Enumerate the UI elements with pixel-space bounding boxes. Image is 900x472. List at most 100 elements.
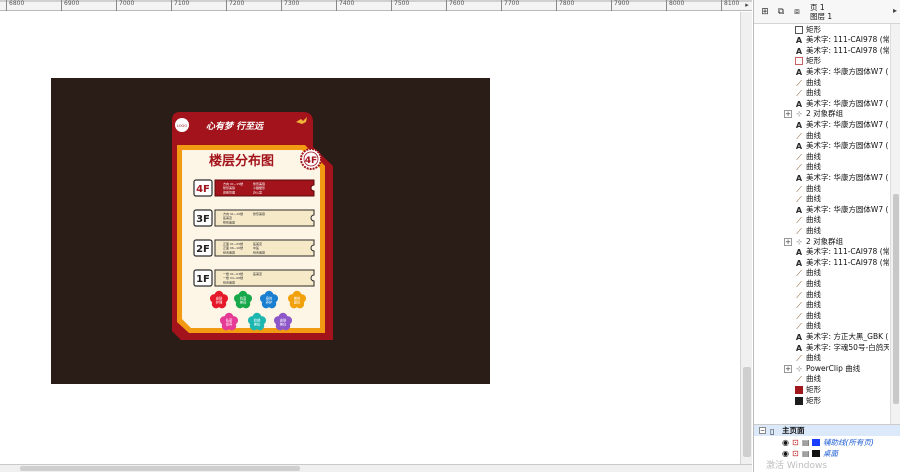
vertical-scrollbar[interactable] xyxy=(740,12,752,464)
layer-color-swatch[interactable] xyxy=(812,450,820,457)
horizontal-ruler[interactable]: 6800 6900 7000 7100 7200 7300 7400 7500 7600 7700… xyxy=(0,0,794,11)
object-tree-item[interactable]: ⟋ 曲线 xyxy=(754,78,889,89)
object-tree-item[interactable]: ⟋ 曲线 xyxy=(754,226,889,237)
object-tree-item[interactable]: ⟋ 曲线 xyxy=(754,88,889,99)
group-icon: ⊹ xyxy=(796,237,802,246)
floor-info-line: 整形美容 xyxy=(253,211,265,216)
object-tree-item[interactable]: ⟋ 曲线 xyxy=(754,300,889,311)
object-tree[interactable]: 矩形A美术字: 111-CAI978 (常规)A美术字: 111-CAI978 … xyxy=(754,24,889,424)
flower-label: 身体养护 xyxy=(266,296,273,305)
object-tree-item[interactable]: ⟋ 曲线 xyxy=(754,279,889,290)
layer-color-swatch[interactable] xyxy=(812,439,820,446)
curve-icon: ⟋ xyxy=(796,152,802,162)
vertical-scroll-thumb[interactable] xyxy=(743,367,751,457)
object-tree-item[interactable]: 矩形 xyxy=(754,25,889,36)
rectangle-outline-icon xyxy=(795,57,803,66)
artistic-text-icon: A xyxy=(795,46,803,56)
artboard-dark-background[interactable]: LOGO 心有梦 行至远 楼层分布图 4F 4F 方向 01~15楼 整形美容 皮肤管… xyxy=(51,78,490,384)
panel-vertical-scrollbar[interactable] xyxy=(890,24,900,424)
object-tree-item[interactable]: + ⊹ 2 对象群组 xyxy=(754,237,889,248)
object-tree-item[interactable]: A 美术字: 华康方圆体W7 (常 xyxy=(754,99,889,110)
object-tree-item[interactable]: 矩形 xyxy=(754,396,889,407)
master-page-section: − ▯ 主页面 ◉ ⊡ ▤ 辅助线(所有页) ◉ ⊡ ▤ 桌面 激活 Windows xyxy=(754,424,900,472)
object-tree-item[interactable]: ⟋ 曲线 xyxy=(754,215,889,226)
object-tree-item[interactable]: + ⊹ 2 对象群组 xyxy=(754,109,889,120)
drawing-canvas[interactable]: LOGO 心有梦 行至远 楼层分布图 4F 4F 方向 01~15楼 整形美容 皮肤管… xyxy=(0,12,752,464)
expand-group-icon[interactable]: + xyxy=(784,364,792,373)
object-tree-item[interactable]: A 美术字: 字魂50号-白鸽天( xyxy=(754,343,889,354)
object-manager-panel: ⊞ ⧉ ⧈ 页 1 图层 1 ▸ 矩形A美术字: 111-CAI978 (常规)… xyxy=(753,0,900,472)
floor-label: 4F xyxy=(196,184,210,195)
object-tree-label: 矩形 xyxy=(806,395,821,405)
object-tree-item[interactable]: ⟋ 曲线 xyxy=(754,152,889,163)
object-tree-item[interactable]: ⟋ 曲线 xyxy=(754,184,889,195)
object-tree-item[interactable]: ⟋ 曲线 xyxy=(754,162,889,173)
layer-manager-view-icon[interactable]: ⧉ xyxy=(774,5,788,19)
floor-info-line: 皮肤管理 xyxy=(223,189,235,194)
red-rectangle-icon xyxy=(795,385,803,394)
expand-group-icon[interactable]: + xyxy=(784,237,792,246)
floor-label: 1F xyxy=(196,274,210,285)
master-layer-row[interactable]: ◉ ⊡ ▤ 辅助线(所有页) xyxy=(754,437,900,448)
activation-watermark: 激活 Windows xyxy=(766,461,828,471)
object-tree-label: 美术字: 111-CAI978 (常规) xyxy=(806,257,889,267)
collapse-master-icon[interactable]: − xyxy=(759,427,766,434)
horizontal-scrollbar[interactable] xyxy=(0,464,752,472)
object-tree-item[interactable]: A 美术字: 华康方圆体W7 (常 xyxy=(754,173,889,184)
object-tree-item[interactable]: A 美术字: 华康方圆体W7 (常 xyxy=(754,67,889,78)
object-tree-item[interactable]: 矩形 xyxy=(754,385,889,396)
object-tree-label: 曲线 xyxy=(806,151,821,161)
object-tree-item[interactable]: A 美术字: 华康方圆体W7 (常 xyxy=(754,141,889,152)
object-tree-item[interactable]: A 美术字: 华康方圆体W7 (常 xyxy=(754,205,889,216)
artistic-text-icon: A xyxy=(795,36,803,46)
curve-icon: ⟋ xyxy=(796,311,802,321)
panel-scroll-thumb[interactable] xyxy=(893,194,899,404)
edit-across-layers-icon[interactable]: ⧈ xyxy=(790,5,804,19)
object-tree-item[interactable]: ⟋ 曲线 xyxy=(754,311,889,322)
curve-icon: ⟋ xyxy=(796,354,802,364)
object-tree-item[interactable]: A 美术字: 华康方圆体W7 (常 xyxy=(754,120,889,131)
object-tree-item[interactable]: A 美术字: 方正大黑_GBK (常 xyxy=(754,332,889,343)
master-page-row[interactable]: − ▯ 主页面 xyxy=(754,425,900,436)
object-tree-item[interactable]: ⟋ 曲线 xyxy=(754,374,889,385)
printer-icon[interactable]: ▤ xyxy=(802,437,810,448)
horizontal-scroll-thumb[interactable] xyxy=(20,466,300,471)
expand-group-icon[interactable]: + xyxy=(784,110,792,119)
object-tree-label: 美术字: 华康方圆体W7 (常 xyxy=(806,66,889,76)
visibility-eye-icon[interactable]: ◉ xyxy=(782,437,789,448)
object-tree-item[interactable]: ⟋ 曲线 xyxy=(754,268,889,279)
panel-menu-arrow-icon[interactable]: ▸ xyxy=(893,6,897,15)
object-tree-item[interactable]: ⟋ 曲线 xyxy=(754,131,889,142)
object-tree-item[interactable]: A美术字: 111-CAI978 (常规) xyxy=(754,258,889,269)
object-tree-label: 美术字: 华康方圆体W7 (常 xyxy=(806,119,889,129)
object-tree-item[interactable]: 矩形 xyxy=(754,56,889,67)
floor-directory-sign[interactable]: LOGO 心有梦 行至远 楼层分布图 4F 4F 方向 01~15楼整形美容皮肤管… xyxy=(51,78,490,384)
flower-label: 私密保养 xyxy=(226,318,233,327)
object-tree-label: 曲线 xyxy=(806,268,821,278)
object-tree-item[interactable]: A美术字: 111-CAI978 (常规) xyxy=(754,247,889,258)
object-tree-item[interactable]: A美术字: 111-CAI978 (常规) xyxy=(754,35,889,46)
object-tree-item[interactable]: ⟋ 曲线 xyxy=(754,194,889,205)
ruler-tick-label: 7200 xyxy=(226,0,244,11)
object-tree-label: 2 对象群组 xyxy=(806,236,844,246)
ruler-tick-label: 7400 xyxy=(336,0,354,11)
curve-icon: ⟋ xyxy=(796,216,802,226)
object-tree-label: 曲线 xyxy=(806,88,821,98)
ruler-scroll-right-icon[interactable]: ▸ xyxy=(742,0,752,11)
page-label[interactable]: 页 1 xyxy=(810,3,832,12)
show-properties-icon[interactable]: ⊞ xyxy=(758,5,772,19)
object-tree-item[interactable]: ⟋ 曲线 xyxy=(754,353,889,364)
floor-label: 2F xyxy=(196,244,210,255)
floor-row: 3F 方向 01~10楼医美室整形美容整形美容 xyxy=(193,209,315,227)
object-manager-toolbar: ⊞ ⧉ ⧈ 页 1 图层 1 ▸ xyxy=(754,0,900,24)
layer-label[interactable]: 图层 1 xyxy=(810,12,832,21)
object-tree-item[interactable]: + ⊹ PowerClip 曲线 xyxy=(754,364,889,375)
curve-icon: ⟋ xyxy=(796,301,802,311)
object-tree-label: 曲线 xyxy=(806,215,821,225)
flower-label: 抗衰美容 xyxy=(240,296,247,305)
lock-icon[interactable]: ⊡ xyxy=(792,437,799,448)
object-tree-item[interactable]: ⟋ 曲线 xyxy=(754,290,889,301)
object-tree-item[interactable]: ⟋ 曲线 xyxy=(754,321,889,332)
curve-icon: ⟋ xyxy=(796,131,802,141)
object-tree-item[interactable]: A美术字: 111-CAI978 (常规) xyxy=(754,46,889,57)
